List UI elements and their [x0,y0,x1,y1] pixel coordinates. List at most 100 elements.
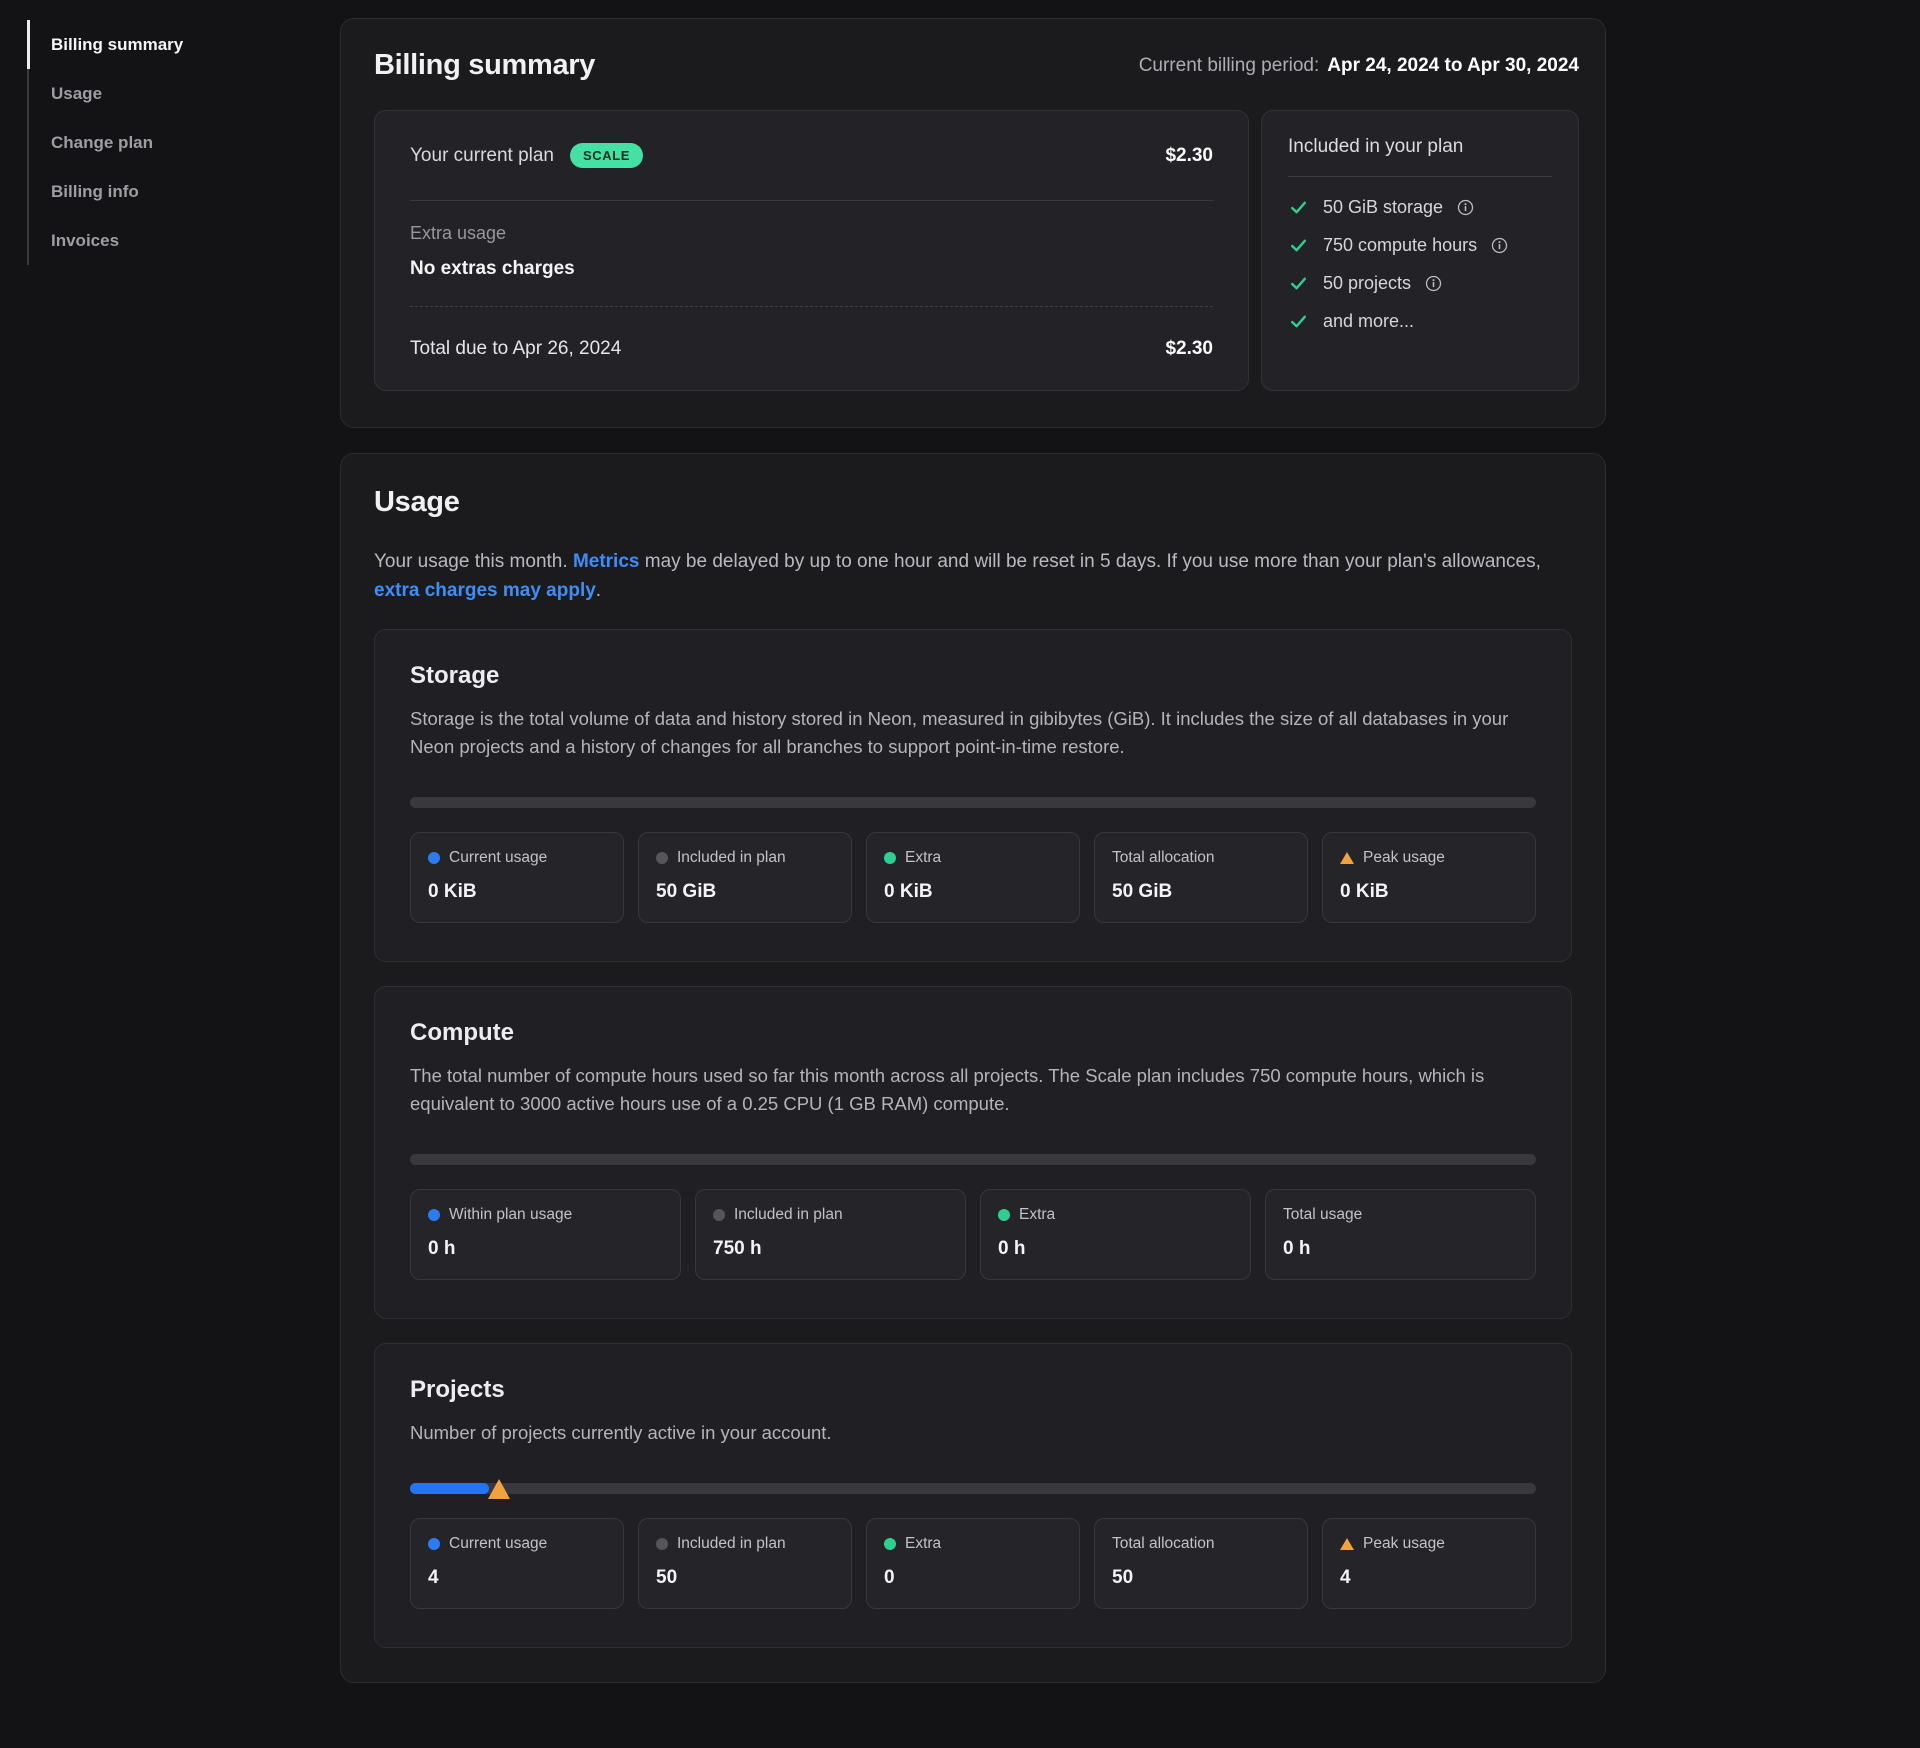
compute-description: The total number of compute hours used s… [410,1062,1536,1118]
stat-value: 50 [1112,1567,1290,1589]
stat-total-allocation: Total allocation 50 [1094,1518,1308,1609]
stat-included-in-plan: Included in plan 750 h [695,1189,966,1280]
sidebar-item-label: Usage [51,84,102,104]
usage-title: Usage [374,486,1572,519]
orange-triangle-icon [1340,852,1354,864]
check-icon [1288,235,1309,256]
stat-label: Total allocation [1112,849,1215,867]
included-item-label: 750 compute hours [1323,235,1477,256]
included-item-projects: 50 projects [1288,264,1552,302]
storage-title: Storage [410,662,1536,690]
stat-within-plan-usage: Within plan usage 0 h [410,1189,681,1280]
current-plan-left: Your current plan SCALE [410,143,643,168]
info-icon[interactable] [1491,237,1508,254]
included-item-label: and more... [1323,311,1414,332]
extra-charges-link[interactable]: extra charges may apply [374,580,596,601]
green-dot-icon [884,1538,896,1550]
stat-value: 750 h [713,1238,948,1260]
green-dot-icon [998,1209,1010,1221]
check-icon [1288,197,1309,218]
orange-triangle-icon [1340,1538,1354,1550]
sidebar-item-usage[interactable]: Usage [27,69,257,118]
metrics-link[interactable]: Metrics [573,551,640,572]
stat-label: Total allocation [1112,1535,1215,1553]
stat-label: Extra [1019,1206,1055,1224]
sidebar-item-label: Invoices [51,231,119,251]
info-icon[interactable] [1457,199,1474,216]
stat-total-allocation: Total allocation 50 GiB [1094,832,1308,923]
projects-section: Projects Number of projects currently ac… [374,1343,1572,1648]
included-item-storage: 50 GiB storage [1288,188,1552,226]
stat-value: 50 GiB [1112,881,1290,903]
projects-progress-bar [410,1483,1536,1494]
storage-section: Storage Storage is the total volume of d… [374,629,1572,962]
billing-period-value: Apr 24, 2024 to Apr 30, 2024 [1327,55,1579,76]
stat-label: Extra [905,849,941,867]
stat-current-usage: Current usage 0 KiB [410,832,624,923]
sidebar-item-change-plan[interactable]: Change plan [27,118,257,167]
stat-label: Peak usage [1363,849,1445,867]
stat-included-in-plan: Included in plan 50 GiB [638,832,852,923]
check-icon [1288,273,1309,294]
gray-dot-icon [656,1538,668,1550]
check-icon [1288,311,1309,332]
stat-value: 0 h [428,1238,663,1260]
usage-card: Usage Your usage this month. Metrics may… [340,453,1606,1683]
total-due-label: Total due to Apr 26, 2024 [410,338,621,360]
projects-progress-fill [410,1483,489,1494]
stat-value: 4 [1340,1567,1518,1589]
sidebar-item-invoices[interactable]: Invoices [27,216,257,265]
included-divider [1288,176,1552,177]
stat-value: 0 KiB [884,881,1062,903]
stat-label: Peak usage [1363,1535,1445,1553]
projects-stats: Current usage 4 Included in plan 50 Extr… [410,1518,1536,1609]
included-item-compute: 750 compute hours [1288,226,1552,264]
stat-value: 0 h [1283,1238,1518,1260]
total-due-line: Total due to Apr 26, 2024 $2.30 [410,307,1213,390]
current-plan-line: Your current plan SCALE $2.30 [410,111,1213,201]
sidebar-item-label: Billing info [51,182,139,202]
blue-dot-icon [428,1209,440,1221]
gray-dot-icon [656,852,668,864]
stat-included-in-plan: Included in plan 50 [638,1518,852,1609]
stat-label: Current usage [449,849,547,867]
main-content: Billing summary Current billing period: A… [340,18,1606,1683]
stat-label: Included in plan [677,1535,786,1553]
stat-value: 0 KiB [1340,881,1518,903]
stat-total-usage: Total usage 0 h [1265,1189,1536,1280]
current-plan-label: Your current plan [410,145,554,167]
usage-desc-text: . [596,580,601,601]
sidebar-item-billing-summary[interactable]: Billing summary [27,20,257,69]
included-title: Included in your plan [1288,136,1552,158]
info-icon[interactable] [1425,275,1442,292]
billing-summary-title: Billing summary [374,49,595,82]
projects-description: Number of projects currently active in y… [410,1419,1536,1447]
plan-row: Your current plan SCALE $2.30 Extra usag… [374,110,1579,391]
billing-period-label: Current billing period: [1139,55,1320,76]
green-dot-icon [884,852,896,864]
sidebar-item-billing-info[interactable]: Billing info [27,167,257,216]
stat-label: Total usage [1283,1206,1362,1224]
stat-current-usage: Current usage 4 [410,1518,624,1609]
stat-label: Current usage [449,1535,547,1553]
blue-dot-icon [428,1538,440,1550]
billing-sidebar: Billing summary Usage Change plan Billin… [27,20,257,265]
stat-label: Included in plan [734,1206,843,1224]
extra-usage-label: Extra usage [410,223,1213,244]
compute-section: Compute The total number of compute hour… [374,986,1572,1319]
plan-amount: $2.30 [1165,145,1213,167]
usage-desc-text: Your usage this month. [374,551,573,572]
stat-value: 0 KiB [428,881,606,903]
included-item-label: 50 GiB storage [1323,197,1443,218]
extra-usage-value: No extras charges [410,258,1213,280]
projects-title: Projects [410,1376,1536,1404]
stat-value: 50 GiB [656,881,834,903]
stat-value: 50 [656,1567,834,1589]
storage-description: Storage is the total volume of data and … [410,705,1536,761]
billing-summary-header: Billing summary Current billing period: A… [374,49,1579,82]
stat-label: Within plan usage [449,1206,572,1224]
stat-value: 4 [428,1567,606,1589]
included-item-label: 50 projects [1323,273,1411,294]
included-in-plan-panel: Included in your plan 50 GiB storage 750… [1261,110,1579,391]
blue-dot-icon [428,852,440,864]
